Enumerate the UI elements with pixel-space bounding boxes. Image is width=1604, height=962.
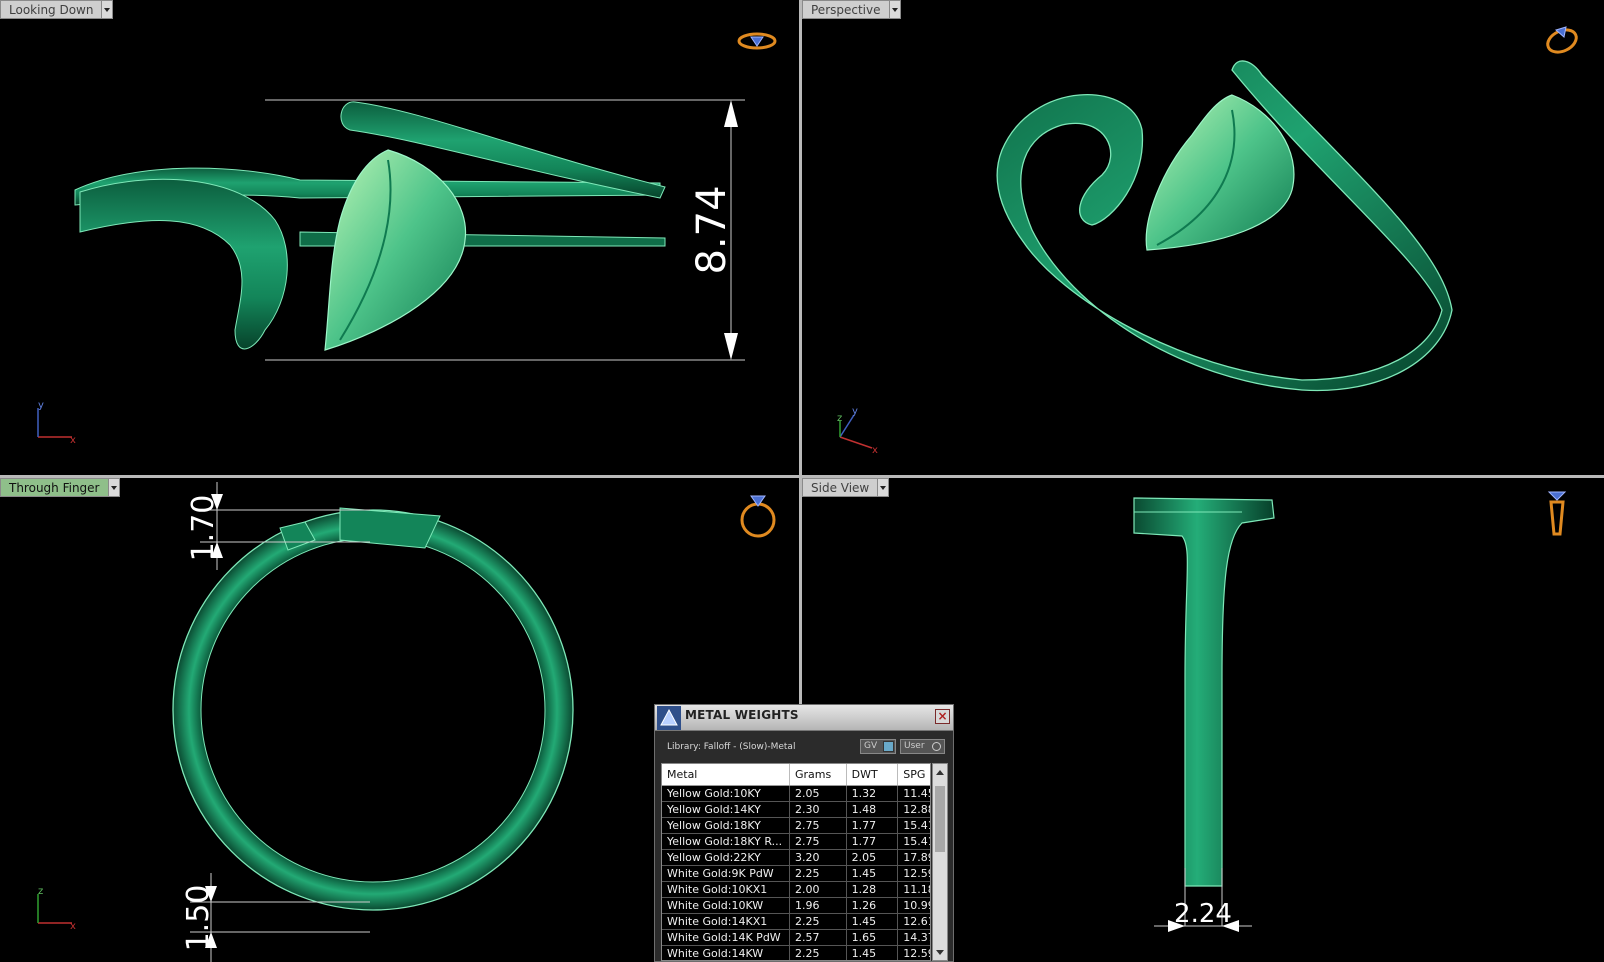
chevron-down-icon[interactable] [107, 478, 120, 497]
svg-text:x: x [872, 445, 878, 455]
table-row[interactable]: White Gold:14KX12.251.4512.61 [662, 914, 930, 930]
gv-toggle[interactable]: GV [860, 739, 896, 754]
radio-icon[interactable] [932, 742, 941, 751]
metal-weights-titlebar[interactable]: METAL WEIGHTS × [655, 705, 953, 731]
table-row[interactable]: White Gold:10KW1.961.2610.99 [662, 898, 930, 914]
table-row[interactable]: Yellow Gold:18KY R...2.751.7715.41 [662, 834, 930, 850]
library-label: Library: Falloff - (Slow)-Metal [667, 742, 796, 752]
column-header-dwt[interactable]: DWT [847, 764, 899, 785]
svg-text:x: x [70, 435, 76, 446]
svg-text:y: y [38, 400, 44, 411]
axis-indicator: x y [37, 400, 76, 446]
table-row[interactable]: White Gold:14KW2.251.4512.59 [662, 946, 930, 960]
close-icon[interactable]: × [935, 709, 950, 724]
metal-weights-title: METAL WEIGHTS [685, 708, 799, 722]
axis-indicator: x z [37, 886, 76, 932]
ring-model-perspective [996, 60, 1453, 392]
viewport-label-looking-down[interactable]: Looking Down [0, 0, 114, 19]
column-header-metal[interactable]: Metal [662, 764, 790, 785]
table-row[interactable]: Yellow Gold:18KY2.751.7715.41 [662, 818, 930, 834]
scroll-up-icon[interactable] [936, 770, 944, 775]
table-scrollbar[interactable] [932, 763, 948, 961]
chevron-down-icon[interactable] [877, 478, 890, 497]
viewport-label-text: Looking Down [0, 0, 102, 19]
viewport-label-text: Through Finger [0, 478, 108, 497]
viewport-label-perspective[interactable]: Perspective [802, 0, 901, 19]
chevron-down-icon[interactable] [888, 0, 901, 19]
metal-weights-table[interactable]: Metal Grams DWT SPG Yellow Gold:10KY 2.05… [661, 763, 931, 961]
viewport-label-text: Side View [802, 478, 878, 497]
app-window: Looking Down 8.74 x y Perspective x y z … [0, 0, 1604, 962]
table-row[interactable]: Yellow Gold:10KY2.051.3211.45 [662, 786, 930, 802]
table-header-row: Metal Grams DWT SPG [662, 764, 930, 786]
viewport-perspective[interactable]: Perspective x y z [802, 0, 1604, 475]
ring-navigation-icon[interactable] [735, 28, 779, 54]
table-row[interactable]: Yellow Gold:14KY2.301.4812.88 [662, 802, 930, 818]
user-option[interactable]: User [900, 739, 945, 754]
column-header-grams[interactable]: Grams [790, 764, 847, 785]
dimension-top-thickness: 1.70 [186, 495, 221, 562]
table-row[interactable]: White Gold:9K PdW2.251.4512.59 [662, 866, 930, 882]
svg-text:z: z [837, 413, 842, 424]
viewport-label-side-view[interactable]: Side View [802, 478, 890, 497]
dimension-height: 8.74 [689, 185, 735, 274]
ring-navigation-icon[interactable] [736, 488, 780, 542]
svg-text:z: z [38, 886, 43, 897]
viewport-label-through-finger[interactable]: Through Finger [0, 478, 120, 497]
chevron-down-icon[interactable] [101, 0, 114, 19]
scrollbar-thumb[interactable] [935, 786, 945, 852]
table-row[interactable]: Yellow Gold:22KY3.202.0517.89 [662, 850, 930, 866]
svg-text:x: x [70, 921, 76, 932]
viewport-label-text: Perspective [802, 0, 889, 19]
dimension-width: 2.24 [1174, 899, 1232, 929]
axis-indicator: x y z [837, 406, 878, 455]
checkbox-icon[interactable] [883, 741, 894, 752]
scale-icon [657, 706, 681, 730]
table-row[interactable]: White Gold:14K PdW2.571.6514.37 [662, 930, 930, 946]
ring-navigation-icon[interactable] [1540, 20, 1584, 58]
svg-text:y: y [852, 406, 858, 417]
scroll-down-icon[interactable] [936, 950, 944, 955]
table-row[interactable]: White Gold:10KX12.001.2811.18 [662, 882, 930, 898]
ring-model-top-view: 8.74 [74, 99, 745, 361]
viewport-looking-down[interactable]: Looking Down 8.74 x y [0, 0, 799, 475]
metal-weights-panel[interactable]: METAL WEIGHTS × Library: Falloff - (Slow… [654, 704, 954, 962]
ring-navigation-icon[interactable] [1542, 488, 1572, 544]
dimension-bottom-thickness: 1.50 [181, 885, 216, 952]
column-header-spg[interactable]: SPG [898, 764, 930, 785]
